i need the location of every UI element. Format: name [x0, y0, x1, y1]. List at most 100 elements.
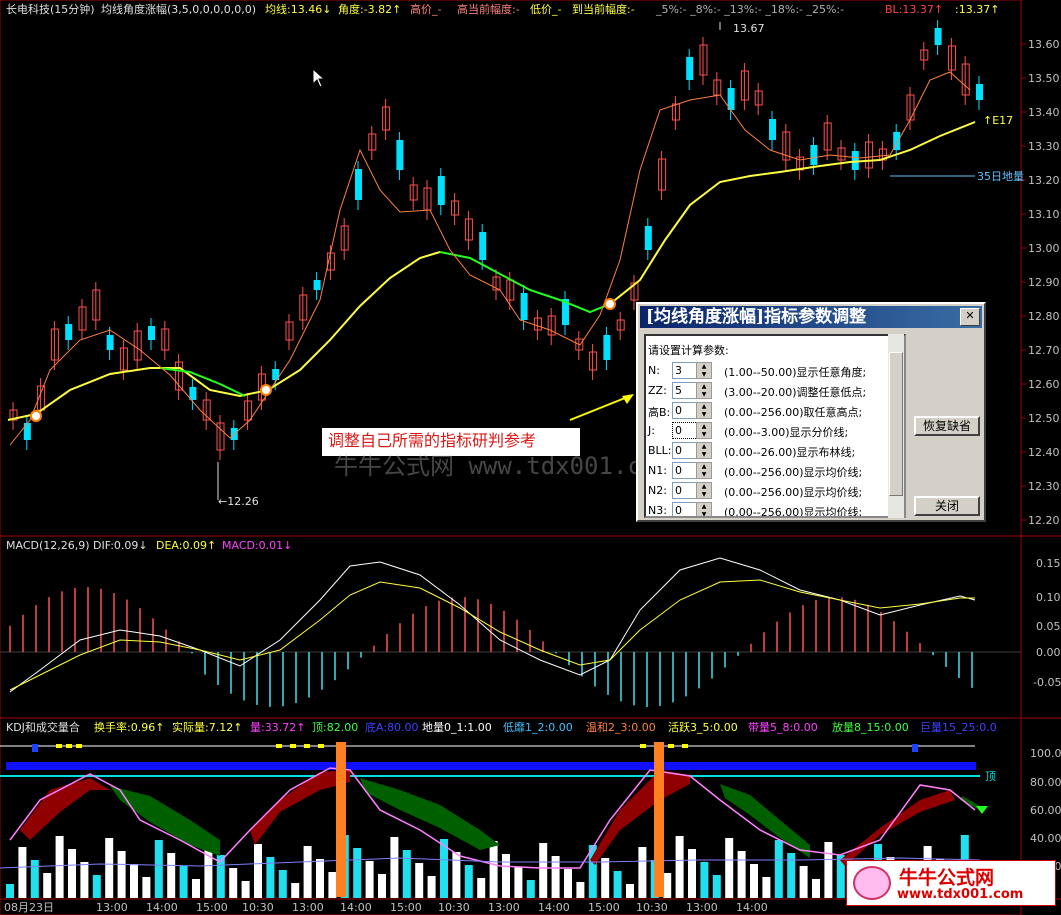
volume-bar — [415, 863, 424, 898]
param-input[interactable]: 5 — [672, 382, 698, 399]
param-input[interactable]: 0 — [672, 462, 698, 479]
param-label: N1: — [648, 464, 667, 477]
candle-body-down — [437, 176, 445, 205]
volume-bar — [378, 874, 386, 898]
spinner-icon[interactable]: ▲ ▼ — [696, 362, 712, 379]
candle-body-down — [189, 387, 197, 400]
candle-body-down — [396, 140, 404, 170]
watermark: 牛牛公式网 www.tdx001.com — [334, 452, 671, 480]
high-price: 高价_- — [410, 2, 441, 16]
volume-bar — [105, 838, 114, 898]
param-label: 高B: — [648, 406, 671, 419]
volume-bar — [526, 880, 535, 898]
volume-bar — [477, 878, 486, 898]
param-input[interactable]: 0 — [672, 482, 698, 499]
macd-dea: DEA:0.09↑ — [156, 539, 216, 552]
volume-bar — [638, 847, 647, 898]
param-input[interactable]: 0 — [672, 502, 698, 516]
time-tick: 14:00 — [538, 901, 570, 914]
logo-url: www.tdx001.com — [897, 887, 1024, 902]
low-label: ←12.26 — [218, 495, 259, 508]
candle-body-down — [106, 335, 114, 350]
volume-bar — [824, 842, 833, 898]
candle-body-down — [313, 280, 321, 290]
macd-value: MACD:0.01↓ — [222, 539, 292, 552]
ma35-label: 35日地量 — [977, 170, 1024, 183]
time-tick: 10:30 — [438, 901, 470, 914]
param-input[interactable]: 0 — [672, 422, 698, 439]
param-input[interactable]: 3 — [672, 362, 698, 379]
spinner-icon[interactable]: ▲ ▼ — [696, 422, 712, 439]
bl-value: BL:13.37↑ — [885, 3, 943, 16]
volume-bar — [725, 838, 734, 898]
kdj-vol: 量:33.72↑ — [250, 721, 305, 734]
param-desc: (3.00--20.00)调整任意低点; — [724, 386, 867, 399]
time-tick: 10:30 — [242, 901, 274, 914]
kdj-release: 放量8_15:0.00 — [832, 720, 909, 734]
volume-bar — [92, 875, 101, 898]
close-icon[interactable]: ✕ — [960, 308, 980, 326]
close-button[interactable]: 关闭 — [914, 496, 980, 516]
macd-dif: DIF:0.09↓ — [93, 539, 148, 552]
price-tick: 12.30 — [1028, 480, 1060, 493]
price-tick: 12.70 — [1028, 344, 1060, 357]
time-tick: 08月23日 — [4, 901, 54, 914]
kdj-tick: 40.00 — [1030, 832, 1061, 845]
param-input[interactable]: 0 — [672, 402, 698, 419]
param-desc: (0.00--256.00)显示均价线; — [724, 466, 863, 479]
volume-bar — [229, 868, 238, 898]
macd-name: MACD(12,26,9) — [6, 539, 90, 552]
pct-levels: _5%:- _8%:- _13%:- _18%:- _25%:- — [655, 3, 844, 16]
volume-bar — [154, 840, 163, 898]
param-desc: (0.00--3.00)显示分价线; — [724, 426, 849, 439]
dialog-title: [均线角度涨幅]指标参数调整 — [640, 306, 982, 328]
kdj-actual: 实际量:7.12↑ — [172, 720, 242, 734]
volume-bar — [737, 851, 746, 898]
volume-bar — [762, 877, 771, 898]
kdj-bottom: 底A:80.00 — [365, 720, 419, 734]
candle-body-down — [479, 232, 487, 260]
param-dialog: [均线角度涨幅]指标参数调整 ✕ 请设置计算参数: N: 3 ▲ ▼ (1.00-… — [636, 302, 986, 522]
candle-body-down — [934, 28, 942, 45]
spinner-icon[interactable]: ▲ ▼ — [696, 402, 712, 419]
macd-tick: -0.05 — [1033, 676, 1061, 689]
spinner-icon[interactable]: ▲ ▼ — [696, 382, 712, 399]
spinner-icon[interactable]: ▲ ▼ — [696, 462, 712, 479]
param-desc: (1.00--50.00)显示任意角度; — [724, 366, 867, 379]
macd-tick: 0.00 — [1036, 646, 1061, 659]
stock-name: 长电科技(15分钟) — [6, 2, 95, 16]
volume-bar — [365, 861, 374, 898]
param-desc: (0.00--26.00)显示布林线; — [724, 446, 856, 459]
kdj-turnover: 换手率:0.96↑ — [94, 720, 164, 734]
price-tick: 13.10 — [1028, 208, 1060, 221]
kdj-down-marker — [976, 806, 988, 814]
spinner-icon[interactable]: ▲ ▼ — [696, 442, 712, 459]
time-tick: 14:00 — [146, 901, 178, 914]
volume-bar — [43, 873, 52, 898]
kdj-orange-bar — [336, 742, 346, 897]
volume-bar — [390, 837, 399, 898]
kdj-tick: 60.00 — [1030, 804, 1061, 817]
angle-value: 角度:-3.82↑ — [338, 2, 401, 16]
kdj-ground: 地量0_1:1.00 — [422, 721, 492, 734]
param-scrollbar[interactable] — [888, 334, 904, 518]
scroll-thumb[interactable] — [889, 352, 903, 496]
price-tick: 12.50 — [1028, 412, 1060, 425]
low-price: 低价_- — [530, 3, 561, 16]
kdj-band: 带量5_8:0.00 — [748, 721, 818, 734]
param-desc: (0.00--256.00)显示均价线; — [724, 486, 863, 499]
price-tick: 12.80 — [1028, 310, 1060, 323]
restore-default-button[interactable]: 恢复缺省 — [914, 416, 980, 436]
param-label: J: — [648, 424, 655, 437]
spinner-icon[interactable]: ▲ ▼ — [696, 482, 712, 499]
param-input[interactable]: 0 — [672, 442, 698, 459]
annotation-arrow — [569, 395, 631, 421]
time-tick: 15:00 — [390, 901, 422, 914]
spinner-icon[interactable]: ▲ ▼ — [696, 502, 712, 516]
volume-bar — [402, 850, 411, 898]
price-tick: 13.00 — [1028, 242, 1060, 255]
kdj-blue-band — [6, 762, 976, 770]
candle-body-down — [810, 145, 818, 165]
price-tick: 13.30 — [1028, 140, 1060, 153]
volume-bar — [812, 879, 820, 898]
